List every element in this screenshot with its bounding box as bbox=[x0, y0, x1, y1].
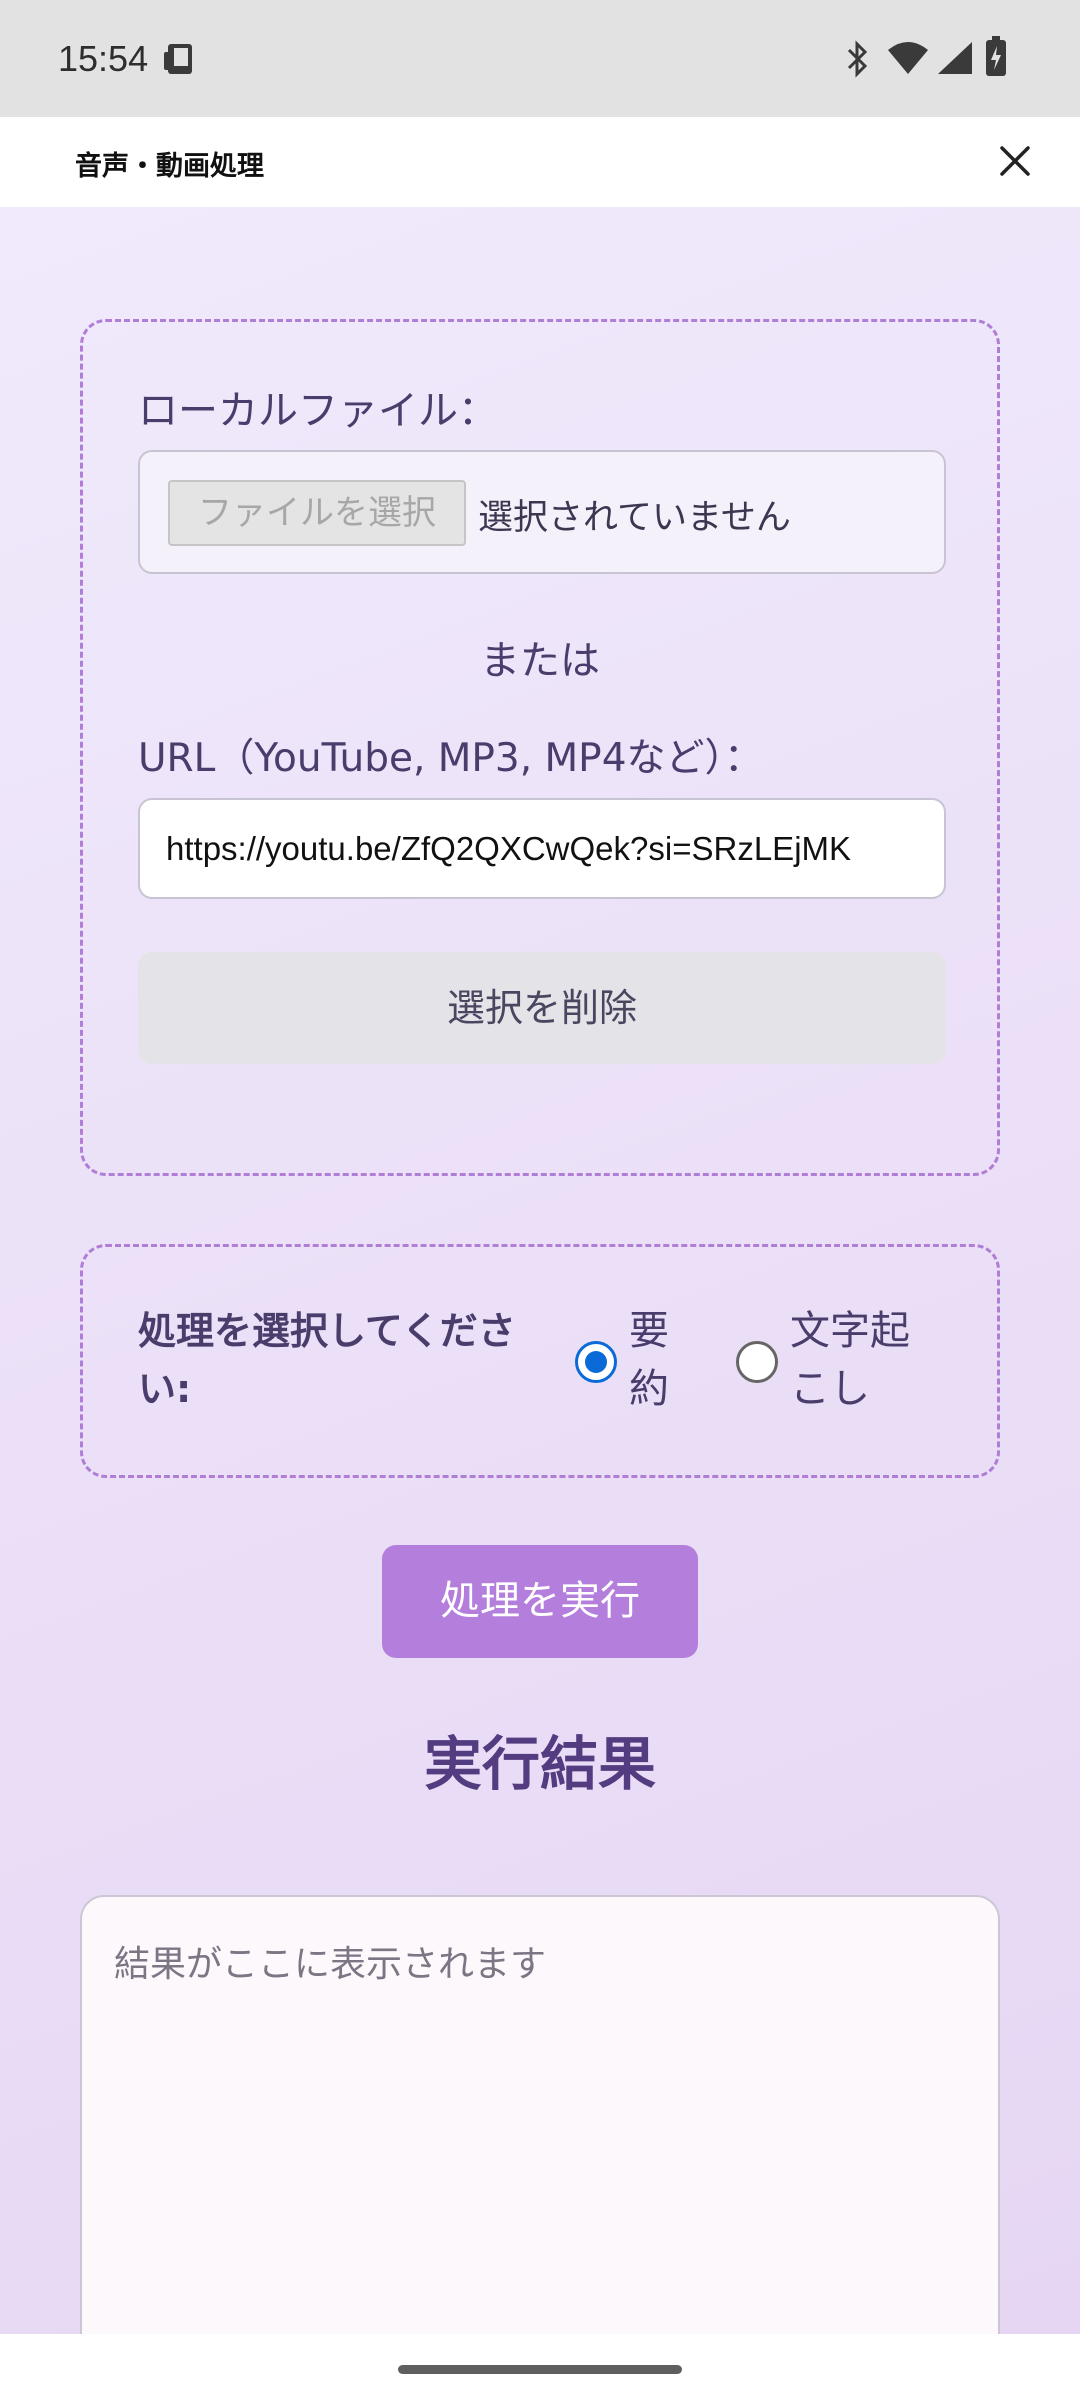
or-divider-text: または bbox=[480, 638, 600, 684]
app-bar: 音声・動画処理 bbox=[0, 117, 1080, 207]
file-status-text: 選択されていません bbox=[478, 498, 791, 538]
process-select-label: 処理を選択してください: bbox=[138, 1309, 516, 1411]
phone-icon bbox=[162, 42, 198, 80]
close-icon[interactable] bbox=[998, 144, 1032, 182]
clear-selection-button[interactable]: 選択を削除 bbox=[138, 952, 946, 1064]
radio-transcription[interactable] bbox=[736, 1341, 778, 1383]
input-card: ローカルファイル： ファイルを選択 選択されていません または URL（YouT… bbox=[80, 319, 1000, 1176]
page-title: 音声・動画処理 bbox=[75, 151, 264, 182]
wifi-icon bbox=[886, 40, 930, 80]
url-input[interactable]: https://youtu.be/ZfQ2QXCwQek?si=SRzLEjMK bbox=[138, 798, 946, 899]
navigation-bar bbox=[0, 2334, 1080, 2400]
home-gesture-handle[interactable] bbox=[398, 2365, 682, 2374]
process-card: 処理を選択してください: 要約 文字起こし bbox=[80, 1244, 1000, 1478]
result-placeholder: 結果がここに表示されます bbox=[114, 1944, 547, 1985]
run-process-button[interactable]: 処理を実行 bbox=[382, 1545, 698, 1658]
battery-charging-icon bbox=[984, 36, 1008, 82]
choose-file-button[interactable]: ファイルを選択 bbox=[168, 480, 466, 546]
radio-summary[interactable] bbox=[575, 1341, 617, 1383]
main-content: ローカルファイル： ファイルを選択 選択されていません または URL（YouT… bbox=[0, 207, 1080, 2334]
radio-transcription-label[interactable]: 文字起こし bbox=[790, 1302, 930, 1418]
local-file-label: ローカルファイル： bbox=[138, 388, 498, 434]
result-output-area[interactable]: 結果がここに表示されます bbox=[80, 1895, 1000, 2334]
url-label: URL（YouTube, MP3, MP4など）： bbox=[138, 736, 764, 781]
signal-icon bbox=[936, 40, 974, 80]
bluetooth-icon bbox=[843, 40, 871, 82]
result-heading: 実行結果 bbox=[423, 1730, 656, 1798]
file-input[interactable]: ファイルを選択 選択されていません bbox=[138, 450, 946, 574]
radio-summary-label[interactable]: 要約 bbox=[629, 1302, 677, 1418]
status-bar: 15:54 bbox=[0, 0, 1080, 117]
status-time: 15:54 bbox=[58, 38, 149, 79]
